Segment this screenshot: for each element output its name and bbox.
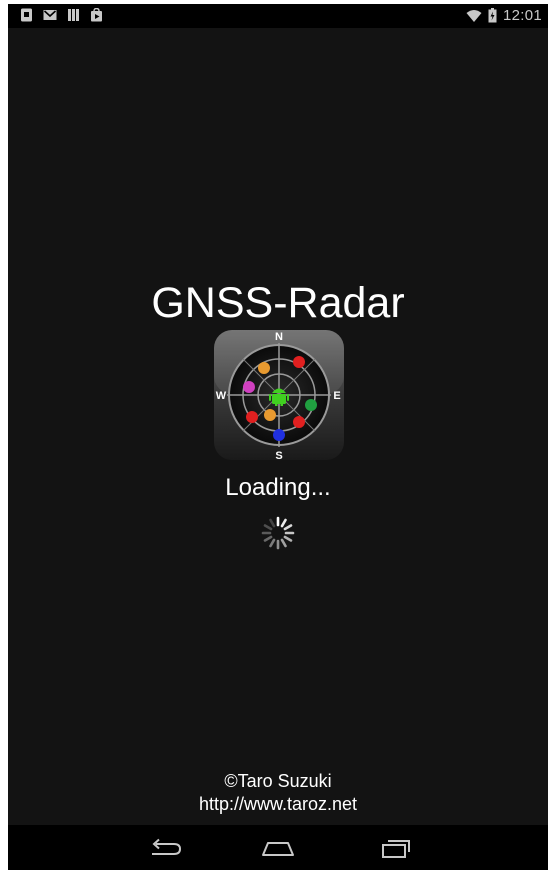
compass-north-label: N — [275, 331, 283, 343]
satellite-dot — [258, 362, 270, 374]
satellite-dot — [246, 411, 258, 423]
status-bar: 12:01 — [8, 4, 548, 28]
satellite-dot — [264, 409, 276, 421]
compass-east-label: E — [333, 390, 340, 402]
navigation-bar — [8, 825, 548, 870]
compass-west-label: W — [216, 390, 227, 402]
back-icon[interactable] — [144, 833, 184, 863]
home-icon[interactable] — [258, 833, 298, 863]
compass-south-label: S — [275, 450, 282, 461]
loading-spinner-icon — [261, 516, 295, 550]
app-title: GNSS-Radar — [151, 279, 405, 327]
recent-apps-icon[interactable] — [376, 833, 416, 863]
gmail-icon — [43, 10, 57, 20]
wifi-icon — [466, 9, 482, 22]
gnss-radar-app-icon: N S W E — [214, 330, 344, 461]
signal-bars-icon — [68, 9, 79, 21]
sim-card-icon — [21, 8, 32, 22]
battery-icon — [488, 8, 497, 23]
credit-url[interactable]: http://www.taroz.net — [8, 793, 548, 815]
satellite-dot — [273, 429, 285, 441]
loading-text: Loading... — [225, 474, 331, 501]
app-screen: 12:01 GNSS-Radar N S W E Loading... ©Tar… — [8, 4, 548, 870]
satellite-dot — [305, 399, 317, 411]
clock: 12:01 — [502, 7, 542, 24]
satellite-dot — [243, 381, 255, 393]
system-icons: 12:01 — [466, 7, 542, 24]
notification-icons — [20, 8, 103, 22]
satellite-dot — [293, 416, 305, 428]
satellite-dot — [293, 356, 305, 368]
play-store-icon — [91, 8, 102, 22]
credit-author: ©Taro Suzuki — [224, 771, 332, 791]
